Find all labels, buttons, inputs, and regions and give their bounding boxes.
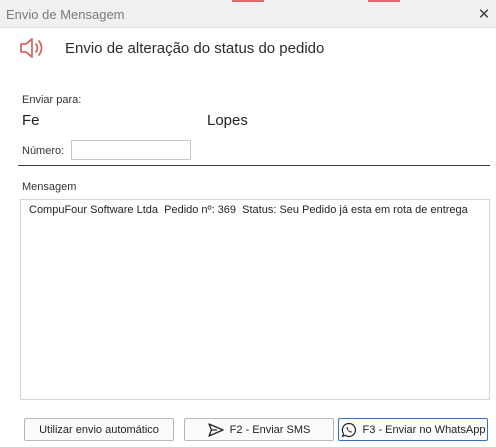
message-dialog: Envio de Mensagem ✕ Envio de alteração d…	[0, 0, 496, 447]
send-sms-label: F2 - Enviar SMS	[229, 423, 311, 436]
title-bar: Envio de Mensagem ✕	[0, 0, 496, 28]
close-icon: ✕	[477, 6, 491, 23]
speaker-icon	[20, 38, 43, 58]
message-label: Mensagem	[22, 181, 77, 193]
whatsapp-icon	[341, 422, 356, 437]
dialog-header: Envio de alteração do status do pedido	[18, 34, 324, 62]
recipient-first-name: Fe	[22, 112, 40, 129]
auto-send-button[interactable]: Utilizar envio automático	[24, 418, 174, 441]
send-icon	[208, 422, 224, 437]
title-accent	[368, 0, 400, 2]
window-title: Envio de Mensagem	[6, 7, 125, 22]
phone-label: Número:	[22, 145, 65, 157]
recipient-last-name: Lopes	[207, 112, 248, 129]
title-accent	[232, 0, 264, 2]
close-button[interactable]: ✕	[472, 0, 496, 28]
send-whatsapp-button[interactable]: F3 - Enviar no WhatsApp	[338, 418, 488, 441]
phone-number-input[interactable]	[71, 140, 191, 160]
message-textarea[interactable]: CompuFour Software Ltda Pedido nº: 369 S…	[20, 199, 490, 400]
auto-send-label: Utilizar envio automático	[39, 423, 159, 436]
send-sms-button[interactable]: F2 - Enviar SMS	[184, 418, 334, 441]
send-whatsapp-label: F3 - Enviar no WhatsApp	[362, 423, 486, 436]
recipient-label: Enviar para:	[22, 94, 82, 106]
dialog-heading: Envio de alteração do status do pedido	[65, 39, 325, 57]
section-divider	[18, 165, 490, 166]
